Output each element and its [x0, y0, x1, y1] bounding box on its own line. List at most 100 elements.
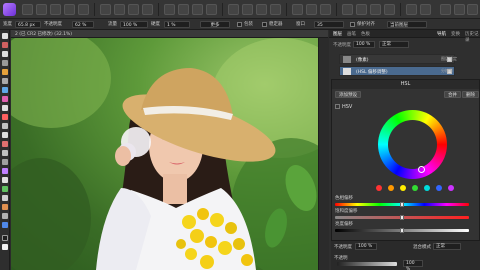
- magenta-range-swatch[interactable]: [448, 185, 454, 191]
- flow-field[interactable]: 100 %: [120, 21, 148, 28]
- luminosity-shift-thumb[interactable]: [400, 228, 404, 233]
- pen-tool-icon[interactable]: [2, 159, 8, 165]
- tab-history[interactable]: 历史记录: [465, 31, 480, 43]
- hue-wheel-handle[interactable]: [418, 166, 425, 173]
- snapping-button[interactable]: [292, 4, 303, 15]
- layer-row[interactable]: (像素): [339, 54, 455, 64]
- stabilizer-checkbox[interactable]: [262, 22, 267, 27]
- add-preset-button[interactable]: 添加预设: [335, 91, 361, 98]
- canvas-scrollbar[interactable]: [318, 38, 328, 270]
- persona-tonemap-button[interactable]: [64, 4, 75, 15]
- refine-selection-button[interactable]: [242, 4, 253, 15]
- view-tool-icon[interactable]: [2, 213, 8, 219]
- window-label: 窗口: [296, 22, 305, 27]
- tab-brushes[interactable]: 画笔: [347, 31, 356, 37]
- studio-button-1[interactable]: [440, 4, 451, 15]
- selection-add-button[interactable]: [178, 4, 189, 15]
- quick-mask-button[interactable]: [228, 4, 239, 15]
- studio-button-3[interactable]: [467, 4, 478, 15]
- layers-blend-select[interactable]: 正常: [379, 41, 409, 48]
- shape-tool-icon[interactable]: [2, 168, 8, 174]
- move-tool-icon[interactable]: [2, 33, 8, 39]
- gradient-tool-icon[interactable]: [2, 195, 8, 201]
- saturation-shift-thumb[interactable]: [400, 215, 404, 220]
- width-field[interactable]: 65.8 px: [15, 21, 41, 28]
- wrap-checkbox[interactable]: [237, 22, 242, 27]
- hardness-field[interactable]: 1 %: [164, 21, 190, 28]
- selection-mode-button[interactable]: [164, 4, 175, 15]
- crop-tool-icon[interactable]: [2, 42, 8, 48]
- filter-button[interactable]: [384, 4, 395, 15]
- app-logo[interactable]: [3, 3, 16, 16]
- layer-lock-item[interactable]: 图层锁定: [441, 56, 457, 62]
- image-canvas[interactable]: [11, 38, 328, 270]
- tab-layers[interactable]: 图层: [333, 31, 342, 37]
- current-layer-select[interactable]: 当前图层: [387, 21, 427, 28]
- adjustment-button[interactable]: [370, 4, 381, 15]
- blur-brush-icon[interactable]: [2, 150, 8, 156]
- layers-opacity-field[interactable]: 100 %: [353, 41, 375, 48]
- delete-button[interactable]: 删除: [462, 91, 479, 98]
- more-button[interactable]: 更多: [200, 21, 230, 28]
- auto-contrast-button[interactable]: [114, 4, 125, 15]
- grid-button[interactable]: [320, 4, 331, 15]
- erase-brush-icon[interactable]: [2, 105, 8, 111]
- context-toolbar: 宽度 65.8 px 不透明度 62 % 流量 100 % 硬度 1 % 更多 …: [0, 19, 480, 30]
- orange-range-swatch[interactable]: [388, 185, 394, 191]
- blend-mode-select[interactable]: 正常: [433, 243, 461, 250]
- arrange-button[interactable]: [342, 4, 353, 15]
- selection-brush-icon[interactable]: [2, 51, 8, 57]
- hsv-checkbox[interactable]: [335, 104, 340, 109]
- tab-transform[interactable]: 变换: [451, 31, 460, 37]
- color-picker-icon[interactable]: [2, 96, 8, 102]
- red-eye-icon[interactable]: [2, 141, 8, 147]
- auto-levels-button[interactable]: [100, 4, 111, 15]
- assistant-button[interactable]: [420, 4, 431, 15]
- text-tool-icon[interactable]: [2, 177, 8, 183]
- opacity-field[interactable]: 62 %: [72, 21, 94, 28]
- persona-export-button[interactable]: [78, 4, 89, 15]
- macro-button[interactable]: [406, 4, 417, 15]
- selection-subtract-button[interactable]: [192, 4, 203, 15]
- tab-swatches[interactable]: 色板: [361, 31, 370, 37]
- yellow-range-swatch[interactable]: [400, 185, 406, 191]
- patch-tool-icon[interactable]: [2, 204, 8, 210]
- selection-intersect-button[interactable]: [206, 4, 217, 15]
- freehand-select-icon[interactable]: [2, 78, 8, 84]
- hue-shift-thumb[interactable]: [400, 202, 404, 207]
- paint-brush-icon[interactable]: [2, 87, 8, 93]
- persona-liquify-button[interactable]: [36, 4, 47, 15]
- align-button[interactable]: [270, 4, 281, 15]
- merge-button[interactable]: 合并: [444, 91, 461, 98]
- mesh-warp-icon[interactable]: [2, 186, 8, 192]
- mask-button[interactable]: [356, 4, 367, 15]
- clone-brush-icon[interactable]: [2, 132, 8, 138]
- layer-row[interactable]: (HSL 偏移调整): [339, 66, 455, 76]
- secondary-color-swatch[interactable]: [2, 244, 8, 250]
- dodge-tool-icon[interactable]: [2, 123, 8, 129]
- fill-tool-icon[interactable]: [2, 114, 8, 120]
- view-mode-button[interactable]: [306, 4, 317, 15]
- marquee-tool-icon[interactable]: [2, 60, 8, 66]
- resolution-item[interactable]: 分辨率: [441, 68, 453, 74]
- green-range-swatch[interactable]: [412, 185, 418, 191]
- persona-develop-button[interactable]: [50, 4, 61, 15]
- stabilizer-field[interactable]: 35: [314, 21, 344, 28]
- insert-inside-button[interactable]: [256, 4, 267, 15]
- studio-button-2[interactable]: [454, 4, 465, 15]
- document-tab[interactable]: 2 (已 CR2 已修改) (32.1%): [11, 30, 328, 38]
- persona-photo-button[interactable]: [22, 4, 33, 15]
- blue-range-swatch[interactable]: [436, 185, 442, 191]
- auto-white-balance-button[interactable]: [142, 4, 153, 15]
- flood-select-icon[interactable]: [2, 69, 8, 75]
- cyan-range-swatch[interactable]: [424, 185, 430, 191]
- protect-alignment-checkbox[interactable]: [350, 22, 355, 27]
- tab-navigator[interactable]: 导航: [437, 31, 446, 37]
- footer-opacity-field[interactable]: 100 %: [355, 243, 377, 250]
- auto-colors-button[interactable]: [128, 4, 139, 15]
- zoom-tool-icon[interactable]: [2, 222, 8, 228]
- red-range-swatch[interactable]: [376, 185, 382, 191]
- footer-opacity-slider[interactable]: [337, 262, 397, 266]
- primary-color-swatch[interactable]: [2, 235, 8, 241]
- footer-zoom-field[interactable]: 100 %: [403, 260, 423, 270]
